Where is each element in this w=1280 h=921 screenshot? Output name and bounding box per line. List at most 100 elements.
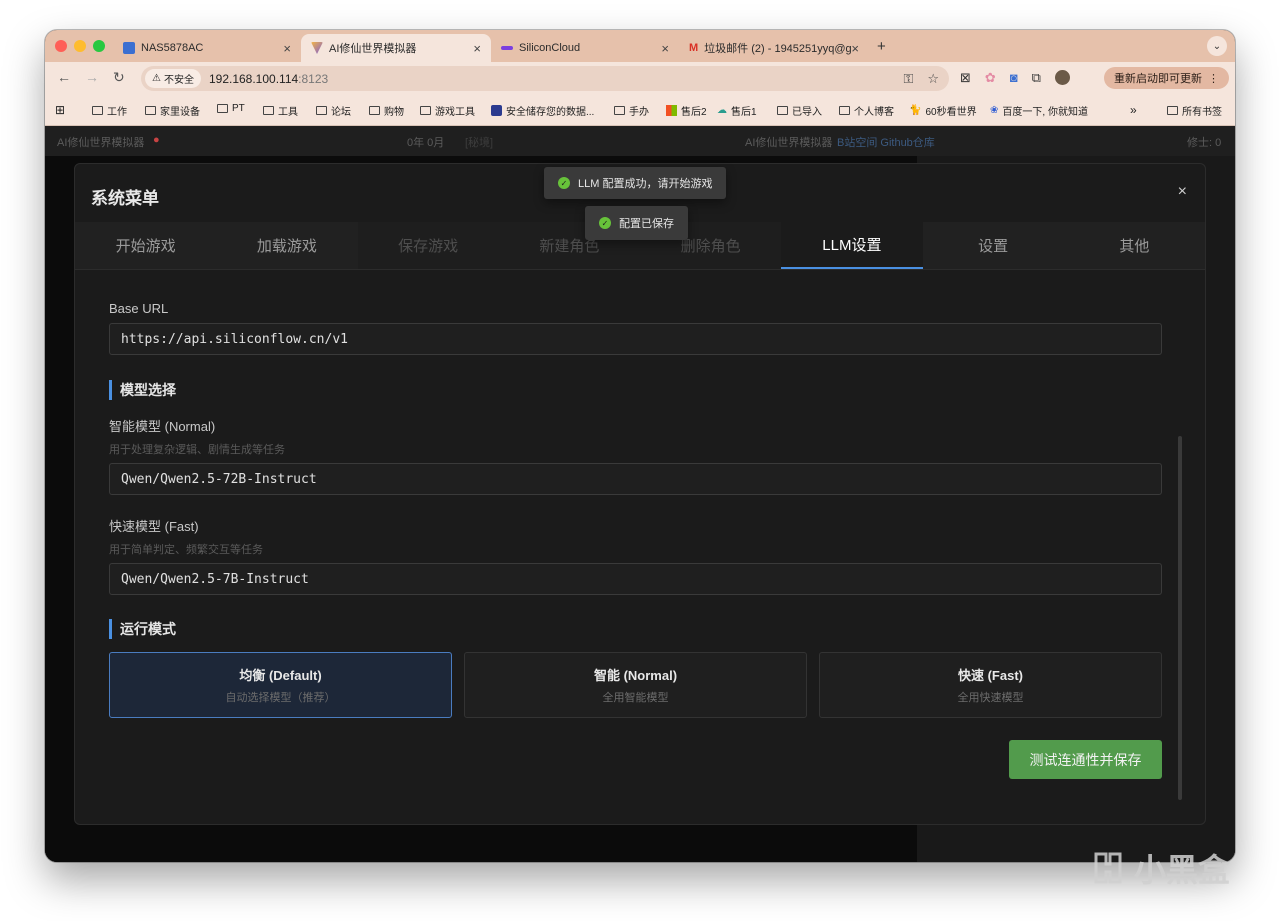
tab-llm-settings[interactable]: LLM设置: [781, 222, 923, 269]
base-url-input[interactable]: [109, 323, 1162, 355]
bookmark-link[interactable]: 🐈 60秒看世界: [909, 103, 977, 118]
toast-llm-success: ✓ LLM 配置成功，请开始游戏: [544, 167, 727, 199]
nas-favicon-icon: [123, 42, 135, 54]
new-tab-button[interactable]: +: [877, 38, 886, 55]
bookmark-folder[interactable]: 游戏工具: [420, 103, 475, 118]
pink-extension-icon[interactable]: ✿: [985, 70, 996, 86]
watermark-text: 小黑盒: [1134, 852, 1231, 888]
windows-logo-icon: [666, 105, 677, 116]
close-window-button[interactable]: [55, 40, 67, 52]
apps-grid-icon[interactable]: ⊞: [55, 103, 65, 117]
close-tab-icon[interactable]: ×: [661, 41, 669, 56]
maximize-window-button[interactable]: [93, 40, 105, 52]
folder-icon: [420, 106, 431, 115]
close-tab-icon[interactable]: ×: [851, 41, 859, 56]
test-and-save-button[interactable]: 测试连通性并保存: [1009, 740, 1162, 779]
browser-tab-game[interactable]: AI修仙世界模拟器 ×: [301, 34, 491, 62]
bookmark-folder[interactable]: 已导入: [777, 103, 822, 118]
mode-card-normal[interactable]: 智能 (Normal) 全用智能模型: [464, 652, 807, 718]
bookmark-folder[interactable]: 个人博客: [839, 103, 894, 118]
secure-storage-icon: [491, 105, 502, 116]
bookmark-label: 论坛: [331, 107, 351, 118]
base-url-label: Base URL: [109, 301, 169, 316]
password-key-icon[interactable]: ⚿: [903, 71, 913, 87]
fast-model-input[interactable]: [109, 563, 1162, 595]
bookmark-link[interactable]: 售后2: [666, 103, 707, 118]
reload-icon[interactable]: ↻: [113, 69, 125, 86]
security-label: 不安全: [163, 75, 194, 86]
bookmark-folder[interactable]: 工具: [263, 103, 298, 118]
bookmark-folder[interactable]: 购物: [369, 103, 404, 118]
update-button[interactable]: 重新启动即可更新 ⋮: [1104, 67, 1229, 89]
kebab-menu-icon: ⋮: [1208, 72, 1219, 85]
mode-name: 均衡 (Default): [239, 668, 322, 683]
bookmark-label: 已导入: [792, 107, 822, 118]
tab-load-game[interactable]: 加载游戏: [216, 222, 358, 269]
close-tab-icon[interactable]: ×: [283, 41, 291, 56]
mode-card-default[interactable]: 均衡 (Default) 自动选择模型（推荐）: [109, 652, 452, 718]
tab-start-game[interactable]: 开始游戏: [75, 222, 217, 269]
game-date: 0年 0月: [407, 137, 445, 149]
bookmark-folder[interactable]: 家里设备: [145, 103, 200, 118]
back-arrow-icon[interactable]: ←: [57, 69, 71, 85]
tab-other[interactable]: 其他: [1063, 222, 1205, 269]
url-host: 192.168.100.114: [208, 71, 299, 86]
mode-desc: 自动选择模型（推荐）: [225, 692, 336, 704]
bookmark-star-icon[interactable]: ☆: [927, 71, 939, 87]
bookmark-label: 售后2: [681, 107, 707, 118]
gmail-favicon-icon: M: [689, 42, 699, 54]
fast-model-label: 快速模型 (Fast): [109, 519, 199, 534]
bookmark-folder[interactable]: 论坛: [316, 103, 351, 118]
puzzle-extensions-icon[interactable]: ⧉: [1032, 70, 1041, 86]
close-dialog-icon[interactable]: ×: [1178, 183, 1187, 201]
mode-desc: 全用智能模型: [602, 692, 669, 704]
bookmark-link[interactable]: ☁ 售后1: [717, 103, 757, 118]
bookmark-label: 个人博客: [854, 107, 894, 118]
mode-card-fast[interactable]: 快速 (Fast) 全用快速模型: [819, 652, 1162, 718]
minimize-window-button[interactable]: [74, 40, 86, 52]
avatar[interactable]: [1054, 70, 1070, 85]
tab-title: 垃圾邮件 (2) - 1945251yyq@g: [704, 43, 852, 55]
folder-icon: [777, 106, 788, 115]
browser-tab-gmail[interactable]: M 垃圾邮件 (2) - 1945251yyq@g ×: [679, 34, 869, 62]
heybox-logo-icon: [1094, 852, 1122, 884]
browser-tab-siliconcloud[interactable]: SiliconCloud ×: [491, 34, 679, 62]
dialog-scrollbar[interactable]: [1178, 436, 1182, 800]
tab-save-game[interactable]: 保存游戏: [357, 222, 499, 269]
more-bookmarks-icon[interactable]: »: [1130, 103, 1137, 117]
bookmark-link[interactable]: ❀ 百度一下, 你就知道: [990, 103, 1088, 118]
bookmark-folder[interactable]: 手办: [614, 103, 649, 118]
tab-title: AI修仙世界模拟器: [329, 43, 417, 55]
address-bar[interactable]: ⚠ 不安全 192.168.100.114:8123 ⚿ ☆: [141, 66, 949, 91]
toast-message: 配置已保存: [619, 218, 674, 230]
security-chip[interactable]: ⚠ 不安全: [145, 69, 201, 88]
external-links[interactable]: B站空间 Github仓库: [837, 134, 935, 150]
browser-toolbar: ← → ↻ ⚠ 不安全 192.168.100.114:8123 ⚿ ☆ ⊠ ✿…: [45, 62, 1235, 94]
address-bar-actions: ⚿ ☆: [903, 71, 939, 87]
folder-icon: [1167, 106, 1178, 115]
cultivator-count: 修士: 0: [1187, 137, 1222, 149]
bookmark-folder[interactable]: 所有书签: [1167, 103, 1222, 118]
toast-message: LLM 配置成功，请开始游戏: [578, 178, 713, 190]
forward-arrow-icon[interactable]: →: [85, 69, 99, 85]
system-menu-dialog: 系统菜单 × 开始游戏 加载游戏 保存游戏 新建角色 删除角色 LLM设置 设置…: [74, 163, 1206, 825]
bookmark-folder[interactable]: PT: [217, 103, 245, 114]
blue-extension-icon[interactable]: ◙: [1010, 70, 1018, 86]
folder-icon: [316, 106, 327, 115]
normal-model-input[interactable]: [109, 463, 1162, 495]
bookmark-folder[interactable]: 工作: [92, 103, 127, 118]
bookmark-label: PT: [232, 103, 245, 114]
fast-model-hint: 用于简单判定、频繁交互等任务: [109, 544, 263, 556]
bookmark-label: 家里设备: [160, 107, 200, 118]
browser-tab-nas[interactable]: NAS5878AC ×: [113, 34, 301, 62]
bookmark-label: 百度一下, 你就知道: [1002, 107, 1088, 118]
screenshot-extension-icon[interactable]: ⊠: [960, 70, 971, 86]
game-location: [秘境]: [465, 137, 494, 149]
watermark: 小黑盒: [1088, 845, 1230, 891]
bookmark-link[interactable]: 安全储存您的数据...: [491, 103, 594, 118]
tab-settings[interactable]: 设置: [922, 222, 1064, 269]
bookmark-label: 安全储存您的数据...: [506, 107, 595, 118]
tab-search-chevron-icon[interactable]: ⌄: [1207, 36, 1227, 56]
close-tab-icon[interactable]: ×: [473, 41, 481, 56]
extension-icons: ⊠ ✿ ◙ ⧉: [960, 70, 1070, 86]
